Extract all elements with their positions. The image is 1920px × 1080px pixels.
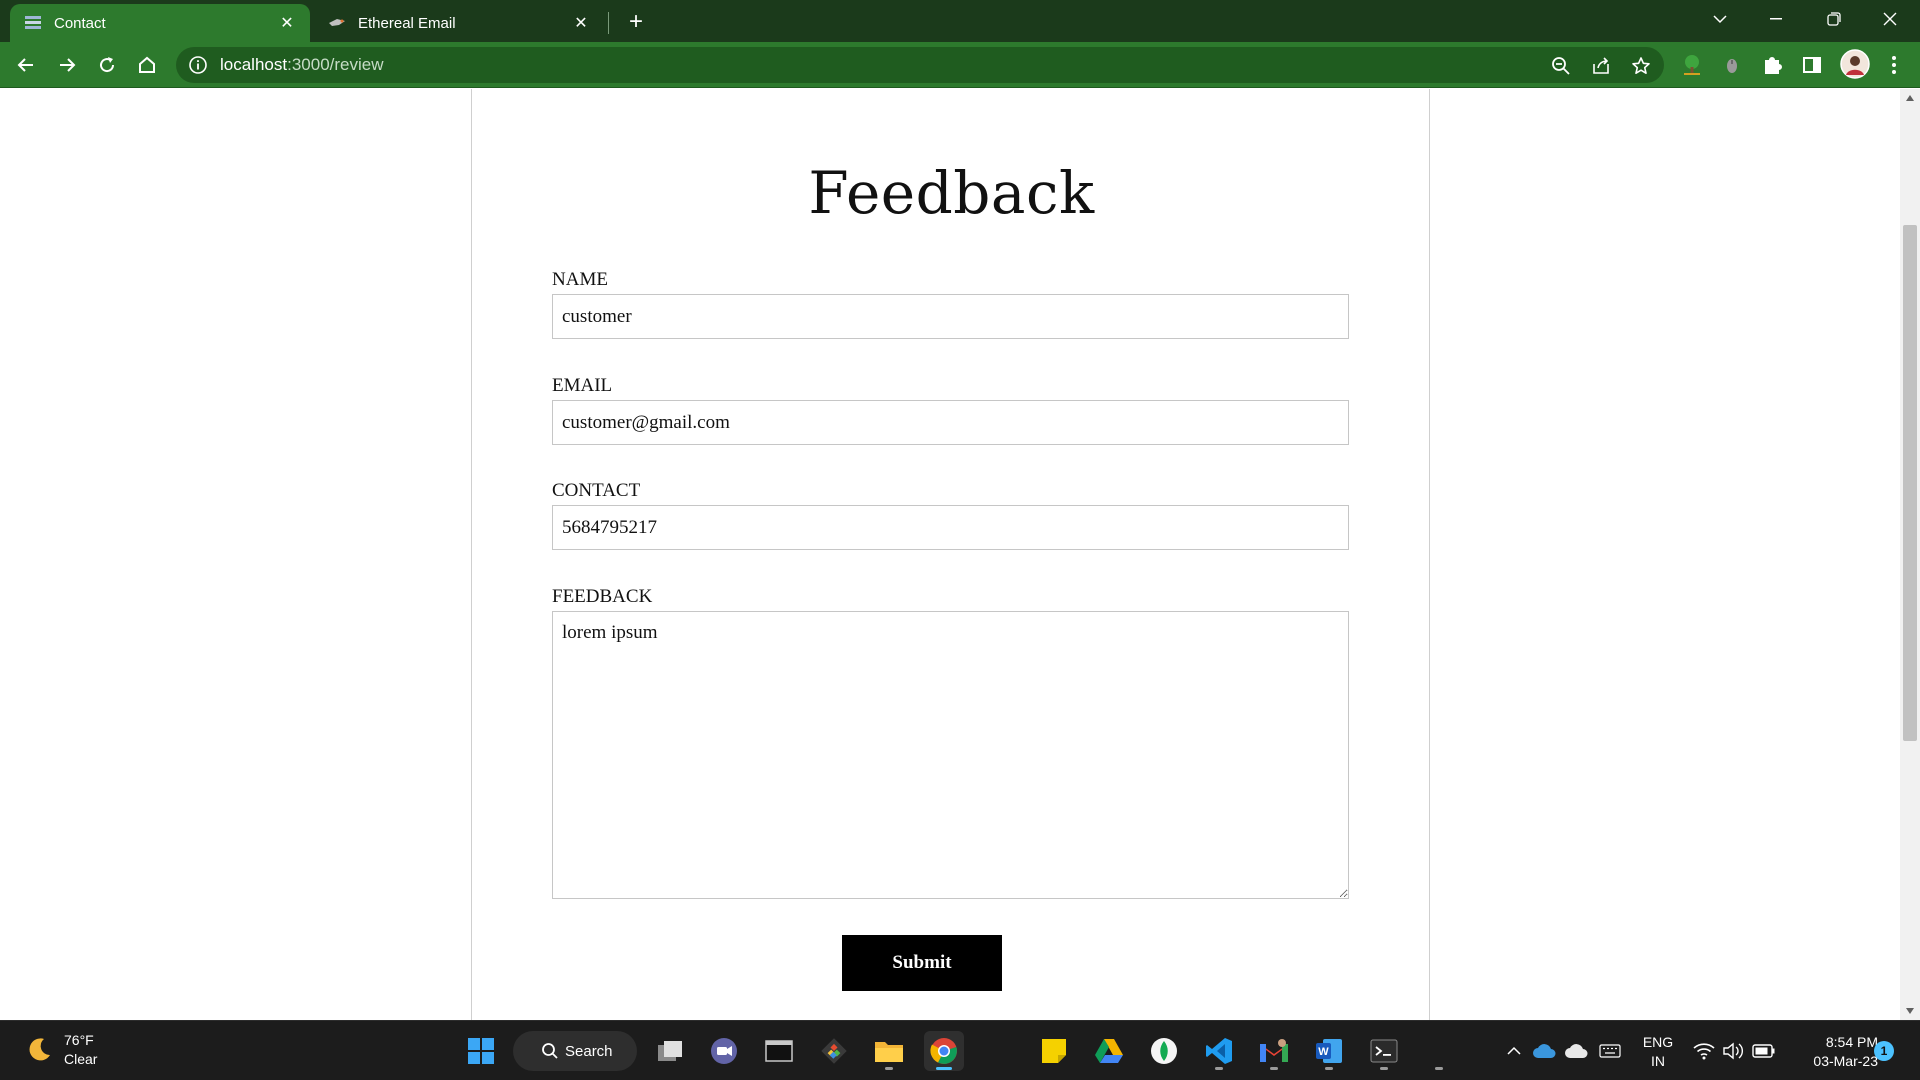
reload-button[interactable]	[91, 49, 123, 81]
form-container: Feedback NAME EMAIL CONTACT FEEDBACK lor…	[471, 89, 1430, 1020]
task-view-icon[interactable]	[650, 1031, 690, 1071]
app-active-indicator	[936, 1067, 952, 1070]
browser-toolbar: localhost:3000/review	[0, 42, 1920, 88]
bookmark-star-icon[interactable]	[1630, 55, 1652, 77]
pinned-app-slot[interactable]	[1419, 1031, 1459, 1071]
system-clock[interactable]: 8:54 PM 03-Mar-23	[1786, 1033, 1878, 1071]
scroll-down-arrow-icon[interactable]	[1900, 1002, 1920, 1020]
chevron-up-icon[interactable]	[1502, 1039, 1526, 1063]
feedback-textarea[interactable]: lorem ipsum	[552, 611, 1349, 899]
close-tab-icon[interactable]: ✕	[572, 14, 590, 32]
contact-label: CONTACT	[552, 480, 641, 501]
submit-button[interactable]: Submit	[842, 935, 1002, 991]
tab-search-icon[interactable]	[1692, 0, 1748, 38]
share-icon[interactable]	[1590, 55, 1612, 77]
feedback-label: FEEDBACK	[552, 586, 653, 607]
keyboard-icon[interactable]	[1598, 1039, 1622, 1063]
browser-tab-bar: Contact ✕ Ethereal Email ✕ +	[0, 0, 1920, 42]
app-running-indicator	[1215, 1067, 1223, 1070]
language-code: ENG	[1642, 1034, 1674, 1050]
minimize-button[interactable]	[1748, 0, 1804, 38]
ethereal-favicon-icon	[329, 19, 345, 26]
browser-menu-icon[interactable]	[1882, 53, 1906, 77]
input-language-indicator[interactable]: ENG IN	[1640, 1033, 1676, 1071]
file-explorer-icon[interactable]	[869, 1031, 909, 1071]
contact-field[interactable]	[552, 505, 1349, 550]
zoom-icon[interactable]	[1550, 55, 1572, 77]
tab-contact[interactable]: Contact ✕	[10, 4, 310, 42]
teams-chat-icon[interactable]	[704, 1031, 744, 1071]
tree-extension-icon[interactable]	[1680, 53, 1704, 77]
word-app-icon[interactable]: W	[1309, 1031, 1349, 1071]
new-tab-button[interactable]: +	[622, 8, 650, 36]
windows-taskbar: 76°F Clear Search W ENG IN 8:54 PM 03-Ma…	[0, 1020, 1920, 1080]
app-running-indicator	[1380, 1067, 1388, 1070]
volume-icon[interactable]	[1722, 1039, 1746, 1063]
app-running-indicator	[885, 1067, 893, 1070]
search-label: Search	[565, 1042, 613, 1060]
weather-widget[interactable]: 76°F Clear	[24, 1031, 97, 1069]
restore-button[interactable]	[1806, 0, 1862, 38]
name-label: NAME	[552, 269, 608, 290]
terminal-app-icon[interactable]	[759, 1031, 799, 1071]
home-icon	[139, 56, 155, 73]
google-drive-icon[interactable]	[1089, 1031, 1129, 1071]
moon-icon	[29, 1038, 50, 1061]
weather-temperature: 76°F	[64, 1032, 94, 1048]
sticky-notes-icon[interactable]	[1034, 1031, 1074, 1071]
app-running-indicator	[1435, 1067, 1443, 1070]
start-button[interactable]	[461, 1031, 501, 1071]
tab-label: Contact	[54, 14, 106, 32]
home-button[interactable]	[131, 49, 163, 81]
wifi-icon[interactable]	[1692, 1039, 1716, 1063]
email-field[interactable]	[552, 400, 1349, 445]
clock-date: 03-Mar-23	[1813, 1053, 1878, 1069]
app-running-indicator	[1325, 1067, 1333, 1070]
mongodb-app-icon[interactable]	[1144, 1031, 1184, 1071]
page-favicon-icon	[25, 16, 41, 29]
close-tab-icon[interactable]: ✕	[278, 14, 296, 32]
page-scrollbar[interactable]	[1900, 89, 1920, 1020]
back-button[interactable]	[10, 49, 42, 81]
tab-divider	[608, 12, 609, 34]
chrome-app-icon[interactable]	[924, 1031, 964, 1071]
search-icon	[542, 1043, 558, 1059]
back-arrow-icon	[17, 58, 33, 72]
battery-icon[interactable]	[1752, 1039, 1776, 1063]
language-region: IN	[1651, 1053, 1665, 1069]
profile-avatar[interactable]	[1840, 49, 1870, 79]
address-bar[interactable]: localhost:3000/review	[176, 47, 1664, 83]
forward-arrow-icon	[60, 58, 76, 72]
weather-condition: Clear	[64, 1051, 98, 1067]
windows-logo-icon	[468, 1038, 494, 1064]
tab-label: Ethereal Email	[358, 14, 456, 32]
close-window-button[interactable]	[1862, 0, 1918, 38]
notification-badge[interactable]: 1	[1874, 1041, 1894, 1061]
cloud-icon[interactable]	[1564, 1039, 1588, 1063]
extensions-puzzle-icon[interactable]	[1760, 53, 1784, 77]
mouse-extension-icon[interactable]	[1720, 53, 1744, 77]
tab-ethereal-email[interactable]: Ethereal Email ✕	[314, 4, 604, 42]
gmail-app-icon[interactable]	[1254, 1031, 1294, 1071]
svg-text:W: W	[1318, 1046, 1329, 1058]
app-running-indicator	[1270, 1067, 1278, 1070]
clock-time: 8:54 PM	[1825, 1034, 1878, 1050]
reload-icon	[100, 57, 115, 73]
forward-button[interactable]	[51, 49, 83, 81]
taskbar-search[interactable]: Search	[513, 1031, 637, 1071]
windows-terminal-icon[interactable]	[1364, 1031, 1404, 1071]
onedrive-icon[interactable]	[1532, 1039, 1556, 1063]
url-host: localhost	[220, 55, 288, 74]
page-viewport: Feedback NAME EMAIL CONTACT FEEDBACK lor…	[0, 89, 1900, 1020]
vscode-app-icon[interactable]	[1199, 1031, 1239, 1071]
git-app-icon[interactable]	[814, 1031, 854, 1071]
scrollbar-thumb[interactable]	[1903, 225, 1917, 741]
side-panel-icon[interactable]	[1800, 53, 1824, 77]
url-path: :3000/review	[287, 55, 384, 74]
scroll-up-arrow-icon[interactable]	[1900, 89, 1920, 107]
name-field[interactable]	[552, 294, 1349, 339]
page-title: Feedback	[808, 159, 1095, 227]
email-label: EMAIL	[552, 375, 613, 396]
site-info-icon[interactable]	[188, 55, 208, 75]
